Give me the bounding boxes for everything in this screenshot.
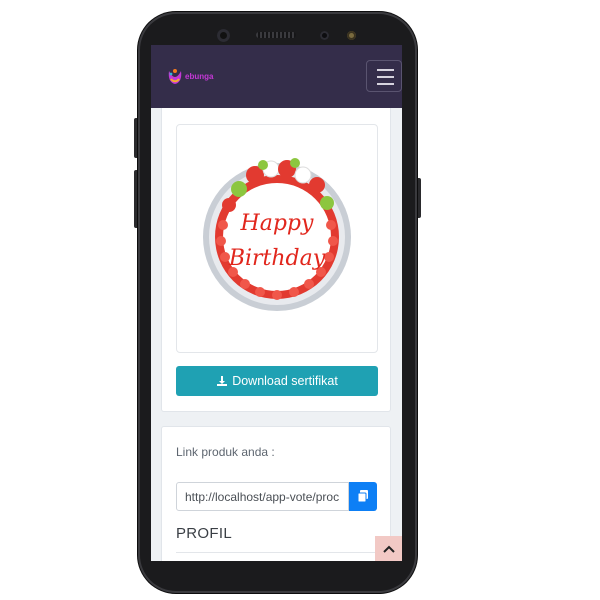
- download-certificate-button[interactable]: Download sertifikat: [176, 366, 378, 396]
- divider: [176, 552, 378, 553]
- product-link-label: Link produk anda :: [176, 445, 275, 459]
- proximity-sensor-icon: [320, 31, 329, 40]
- scroll-to-top-button[interactable]: [375, 536, 402, 561]
- download-certificate-label: Download sertifikat: [232, 374, 338, 388]
- profile-section-title: PROFIL: [176, 525, 232, 542]
- hamburger-icon-line: [377, 83, 394, 85]
- certificate-image: Happy Birthday: [176, 124, 378, 353]
- chevron-up-icon: [382, 545, 395, 553]
- front-camera-icon: [217, 29, 230, 42]
- product-link-card: Link produk anda : PROFIL: [161, 426, 391, 561]
- cake-text-birthday: Birthday: [228, 246, 326, 271]
- hamburger-icon-line: [377, 76, 394, 78]
- hamburger-icon: [377, 69, 394, 71]
- earpiece-speaker: [256, 32, 296, 38]
- download-icon: [217, 376, 228, 386]
- copy-icon: [357, 490, 368, 503]
- light-sensor-icon: [347, 31, 356, 40]
- copy-link-button[interactable]: [349, 482, 377, 511]
- content-scroll-area[interactable]: Happy Birthday Download sertifikat Link …: [151, 108, 402, 561]
- product-link-input[interactable]: [176, 482, 349, 511]
- menu-toggle-button[interactable]: [366, 60, 402, 92]
- cake-text-happy: Happy: [240, 211, 314, 236]
- birthday-cake-image: Happy Birthday: [203, 158, 351, 311]
- phone-screen: ebunga Happy Birthday Download sertifika…: [151, 45, 402, 561]
- navbar: ebunga: [151, 45, 402, 108]
- brand-name[interactable]: ebunga: [185, 72, 213, 81]
- brand-logo-icon[interactable]: [165, 67, 185, 87]
- certificate-card: Happy Birthday Download sertifikat: [161, 108, 391, 412]
